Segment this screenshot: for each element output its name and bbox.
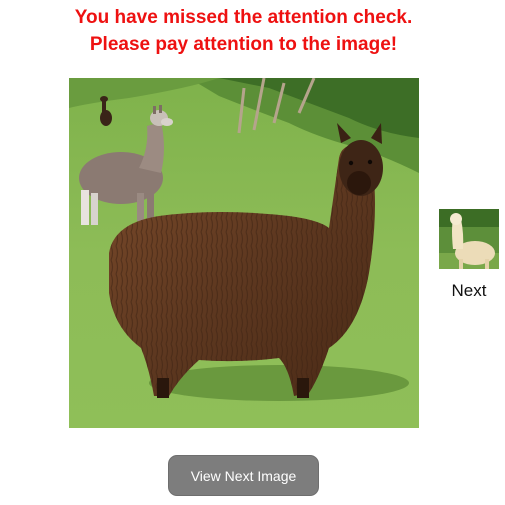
attention-warning: You have missed the attention check. Ple… xyxy=(0,4,487,58)
attention-warning-line-1: You have missed the attention check. xyxy=(74,7,413,28)
next-label[interactable]: Next xyxy=(439,281,499,301)
alpaca-photo xyxy=(69,78,419,428)
attention-warning-line-2: Please pay attention to the image! xyxy=(89,34,398,55)
view-next-image-button[interactable]: View Next Image xyxy=(168,455,319,496)
alpaca-thumbnail[interactable] xyxy=(439,209,499,269)
